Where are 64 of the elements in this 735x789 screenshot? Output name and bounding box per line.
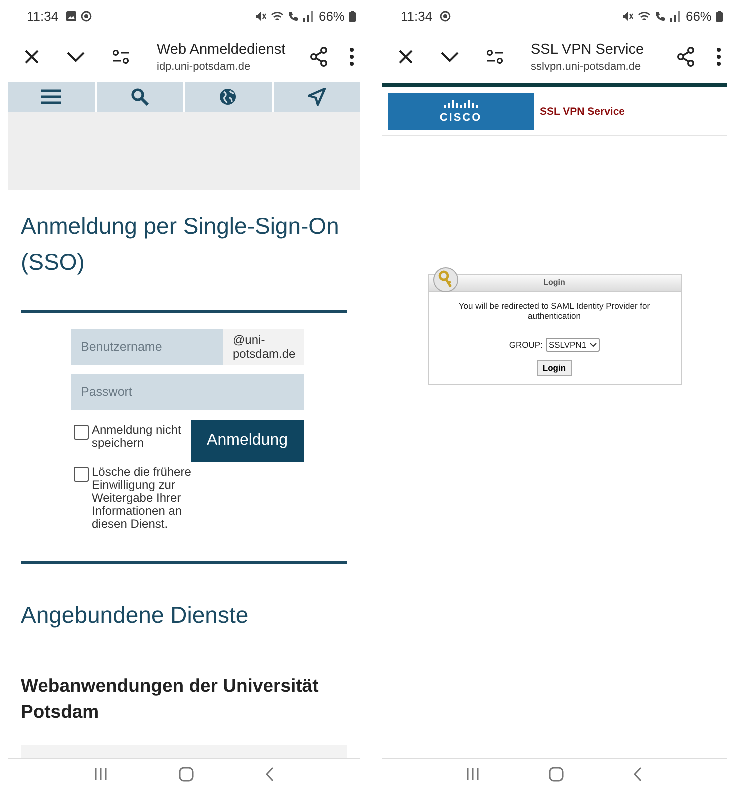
close-icon[interactable] [24,49,40,65]
settings-icon[interactable] [112,50,130,64]
back-icon[interactable] [632,766,643,782]
status-time: 11:34 [27,8,59,24]
globe-icon[interactable] [219,88,238,106]
nav-tab[interactable] [185,82,272,112]
domain-suffix: @uni-potsdam.de [223,329,304,365]
group-label: GROUP: [509,340,543,350]
circle-icon [80,10,92,22]
battery-icon [349,10,356,22]
checkbox-label: Anmeldung nicht speichern [92,424,182,450]
status-time: 11:34 [401,8,433,24]
redirect-message: You will be redirected to SAML Identity Provider for authentication [458,301,652,321]
image-icon [66,10,77,22]
search-icon[interactable] [130,88,149,106]
login-button[interactable]: Anmeldung [191,420,304,462]
circle-icon [440,10,451,22]
page-url: idp.uni-potsdam.de [157,60,252,72]
nav-tab[interactable] [8,82,94,112]
wifi-icon [638,10,651,22]
group-select[interactable]: SSLVPN1 [546,338,600,352]
phone-icon [288,10,299,22]
caret-icon [590,342,597,348]
nav-tab[interactable] [96,82,183,112]
share-icon[interactable] [677,47,695,67]
location-arrow-icon[interactable] [308,88,326,106]
section-heading: Angebundene Dienste [21,602,250,629]
settings-icon[interactable] [486,50,504,64]
home-icon[interactable] [548,766,564,782]
more-icon[interactable] [717,48,721,66]
battery-icon [716,10,723,22]
page-heading: Anmeldung per Single-Sign-On (SSO) [21,212,340,277]
wifi-icon [270,10,284,22]
back-icon[interactable] [264,766,274,782]
chevron-down-icon[interactable] [67,51,85,63]
signal-icon [302,10,313,22]
recent-apps-icon[interactable] [94,767,108,781]
close-icon[interactable] [398,49,414,65]
mute-icon [254,10,267,22]
section-subheading: Webanwendungen der Universität Potsdam [21,674,320,724]
checkbox-label: Lösche die frühere Einwilligung zur Weitergabe Ihrer Informationen an diesen Dienst. [92,466,192,531]
signal-icon [670,10,680,22]
checkbox[interactable] [74,425,89,440]
page-title: SSL VPN Service [531,42,646,58]
password-field[interactable]: Passwort [71,374,304,410]
phone-icon [654,10,666,22]
mute-icon [622,10,634,22]
username-field[interactable]: Benutzername [71,329,223,365]
home-icon[interactable] [178,766,194,782]
login-button[interactable]: Login [536,360,572,376]
battery-level: 66% [318,8,345,24]
dialog-title: Login [428,275,680,292]
service-title: SSL VPN Service [540,106,626,118]
chevron-down-icon[interactable] [441,51,459,63]
more-icon[interactable] [350,48,354,66]
cisco-logo: CISCO [388,93,534,130]
page-url: sslvpn.uni-potsdam.de [531,60,642,72]
battery-level: 66% [686,8,712,24]
nav-tab[interactable] [274,82,360,112]
recent-apps-icon[interactable] [466,767,480,781]
checkbox[interactable] [74,467,89,482]
page-title: Web Anmeldedienst [157,42,287,58]
menu-icon[interactable] [41,89,62,105]
share-icon[interactable] [310,47,328,67]
